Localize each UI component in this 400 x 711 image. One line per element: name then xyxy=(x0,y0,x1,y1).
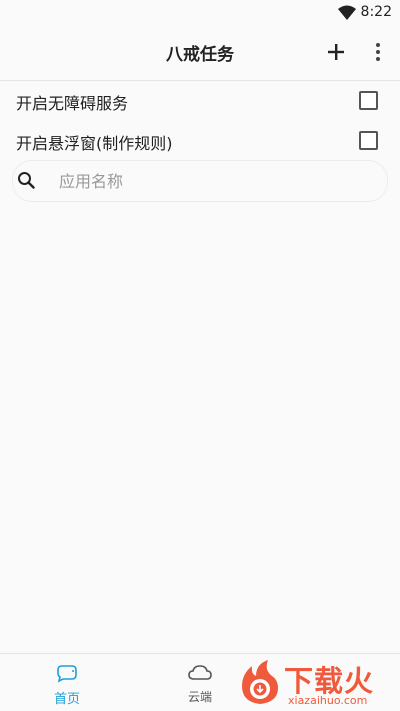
search-bar[interactable] xyxy=(12,160,388,202)
accessibility-service-row[interactable]: 开启无障碍服务 xyxy=(0,80,400,120)
accessibility-service-label: 开启无障碍服务 xyxy=(16,94,129,113)
accessibility-service-checkbox[interactable] xyxy=(359,91,378,110)
floating-window-row[interactable]: 开启悬浮窗(制作规则) xyxy=(0,120,400,160)
floating-window-label: 开启悬浮窗(制作规则) xyxy=(16,134,173,153)
nav-item-home[interactable]: 首页 xyxy=(7,654,127,711)
cloud-icon xyxy=(188,665,212,680)
more-vert-icon[interactable] xyxy=(368,39,388,65)
add-icon[interactable] xyxy=(323,39,349,65)
watermark-site: xiazaihuo.com xyxy=(288,694,368,707)
search-input[interactable] xyxy=(59,170,359,192)
home-icon xyxy=(57,665,77,683)
search-icon xyxy=(18,172,35,189)
app-bar: 八戒任务 xyxy=(0,26,400,81)
flame-logo-icon xyxy=(242,660,278,704)
wifi-icon xyxy=(338,5,356,20)
status-time: 8:22 xyxy=(360,4,392,20)
nav-label-home: 首页 xyxy=(53,692,80,707)
watermark: 下载火 xiazaihuo.com xyxy=(236,656,400,710)
floating-window-checkbox[interactable] xyxy=(359,131,378,150)
status-bar: 8:22 xyxy=(0,0,400,26)
